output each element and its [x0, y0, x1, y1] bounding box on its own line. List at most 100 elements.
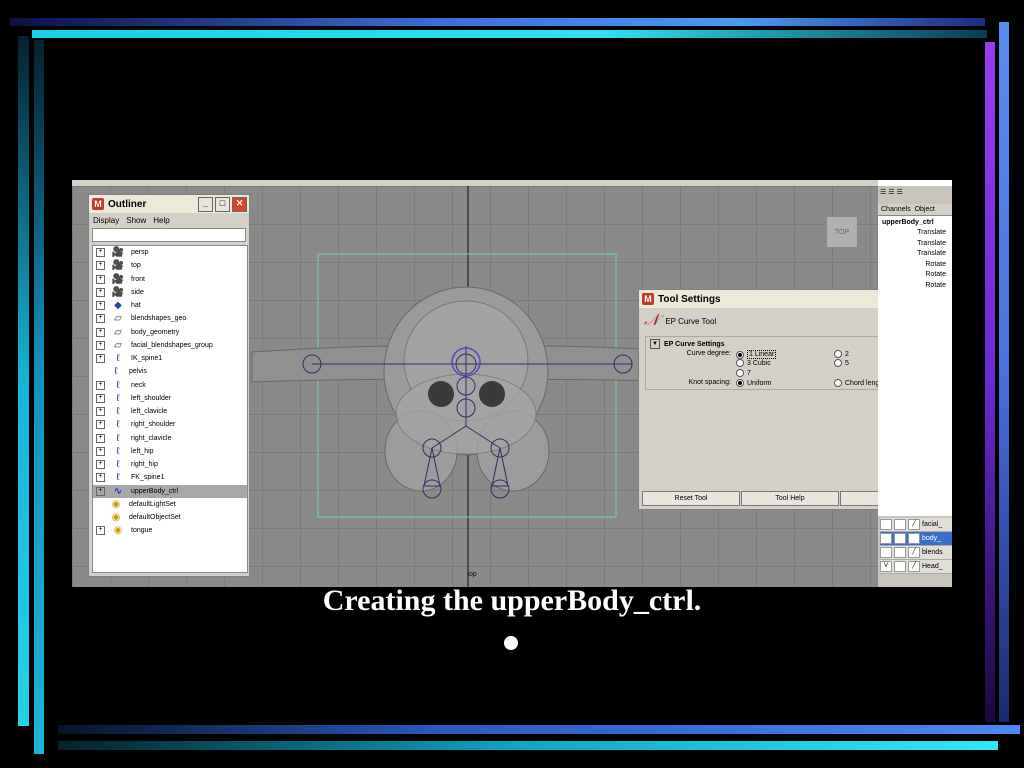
radio-degree-1[interactable]: 1 Linear [736, 350, 777, 359]
reset-tool-button[interactable]: Reset Tool [642, 491, 740, 506]
outliner-item[interactable]: + ℓ FK_spine1 [93, 471, 247, 484]
expand-plus-icon[interactable]: + [96, 473, 105, 483]
outliner-item-label: persp [131, 249, 149, 257]
expand-plus-icon[interactable]: + [96, 314, 105, 324]
layer-color-icon[interactable]: ╱ [908, 533, 920, 544]
outliner-item[interactable]: + ◉ tongue [93, 524, 247, 537]
outliner-item[interactable]: + ℓ right_clavicle [93, 432, 247, 445]
layer-row[interactable]: ╱ facial_ [880, 518, 952, 532]
layer-editor[interactable]: ╱ facial_ V R ╱ body_ ╱ blends V ╱ Head_ [880, 518, 952, 574]
layer-reference-toggle[interactable] [894, 547, 906, 558]
tab-object[interactable]: Object [915, 206, 935, 213]
outliner-item-label: top [131, 262, 141, 270]
decor-bar-bottom [58, 725, 1020, 734]
tab-channels[interactable]: Channels [881, 206, 911, 213]
expand-plus-icon[interactable]: + [96, 274, 105, 284]
outliner-item[interactable]: + ℓ left_shoulder [93, 392, 247, 405]
menu-show[interactable]: Show [126, 216, 146, 225]
outliner-item[interactable]: + ℓ IK_spine1 [93, 352, 247, 365]
channel-attribute[interactable]: Rotate [878, 282, 952, 293]
expand-plus-icon[interactable]: + [96, 261, 105, 271]
outliner-item[interactable]: + ℓ left_hip [93, 445, 247, 458]
radio-knot-uniform[interactable]: Uniform [736, 379, 772, 387]
channel-layout-icon[interactable]: ☰ ☰ ☰ [880, 189, 903, 196]
joint-icon: ℓ [114, 366, 118, 378]
channel-box[interactable]: ☰ ☰ ☰ Channels Object upperBody_ctrl Tra… [878, 186, 952, 587]
outliner-item[interactable]: ℓ pelvis [93, 365, 247, 378]
outliner-item[interactable]: + 🎥 front [93, 273, 247, 286]
radio-selected-icon [736, 379, 744, 387]
outliner-item-label: right_clavicle [131, 434, 172, 442]
channel-attributes: Translate Translate Translate Rotate Rotate R… [878, 229, 952, 292]
expand-plus-icon[interactable]: + [96, 433, 105, 443]
layer-color-icon[interactable]: ╱ [908, 561, 920, 572]
tool-settings-title: Tool Settings [658, 293, 721, 305]
outliner-item[interactable]: + ℓ right_hip [93, 458, 247, 471]
tool-help-button[interactable]: Tool Help [741, 491, 839, 506]
minimize-icon[interactable]: _ [198, 196, 213, 212]
collapse-triangle-icon[interactable]: ▼ [650, 339, 660, 349]
channel-attribute[interactable]: Translate [878, 240, 952, 251]
channel-attribute[interactable]: Translate [878, 229, 952, 240]
close-icon[interactable]: ✕ [232, 196, 247, 212]
channel-attribute[interactable]: Rotate [878, 261, 952, 272]
outliner-item[interactable]: + ▱ blendshapes_geo [93, 312, 247, 325]
outliner-item[interactable]: + 🎥 side [93, 286, 247, 299]
expand-plus-icon[interactable]: + [96, 526, 105, 536]
layer-reference-toggle[interactable]: R [894, 533, 906, 544]
outliner-titlebar[interactable]: M Outliner _ □ ✕ [89, 195, 249, 213]
expand-plus-icon[interactable]: + [96, 354, 105, 364]
radio-degree-5[interactable]: 5 [834, 359, 849, 367]
outliner-item[interactable]: + ∿ upperBody_ctrl [93, 484, 247, 498]
outliner-item[interactable]: + ◆ hat [93, 299, 247, 312]
maximize-icon[interactable]: □ [215, 196, 230, 212]
layer-visibility-toggle[interactable] [880, 519, 892, 530]
outliner-item[interactable]: + ▱ body_geometry [93, 326, 247, 339]
layer-visibility-toggle[interactable] [880, 547, 892, 558]
outliner-window[interactable]: M Outliner _ □ ✕ Display Show Help + 🎥 per… [88, 194, 250, 577]
channel-attribute[interactable]: Rotate [878, 271, 952, 282]
expand-plus-icon[interactable]: + [96, 248, 105, 258]
view-cube[interactable]: TOP [826, 216, 858, 248]
layer-row[interactable]: V R ╱ body_ [880, 532, 952, 546]
outliner-item[interactable]: ◉ defaultLightSet [93, 498, 247, 511]
layer-row[interactable]: V ╱ Head_ [880, 560, 952, 574]
outliner-list[interactable]: + 🎥 persp + 🎥 top + 🎥 front + 🎥 side + ◆ hat + ▱ blendsha… [92, 245, 248, 573]
layer-visibility-toggle[interactable]: V [880, 533, 892, 544]
layer-name: facial_ [922, 521, 943, 528]
menu-help[interactable]: Help [153, 216, 169, 225]
expand-plus-icon[interactable]: + [96, 420, 105, 430]
outliner-item[interactable]: ◉ defaultObjectSet [93, 511, 247, 524]
menu-display[interactable]: Display [93, 216, 119, 225]
layer-color-icon[interactable]: ╱ [908, 519, 920, 530]
outliner-item[interactable]: + 🎥 top [93, 259, 247, 272]
radio-degree-3[interactable]: 3 Cubic [736, 359, 771, 367]
expand-plus-icon[interactable]: + [96, 407, 105, 417]
joint-icon: ℓ [116, 459, 120, 471]
expand-plus-icon[interactable]: + [96, 327, 105, 337]
outliner-item[interactable]: + 🎥 persp [93, 246, 247, 259]
expand-plus-icon[interactable]: + [96, 460, 105, 470]
outliner-item[interactable]: + ℓ neck [93, 379, 247, 392]
outliner-item[interactable]: + ℓ left_clavicle [93, 405, 247, 418]
radio-degree-2[interactable]: 2 [834, 350, 849, 358]
layer-reference-toggle[interactable] [894, 519, 906, 530]
channel-attribute[interactable]: Translate [878, 250, 952, 261]
outliner-filter-input[interactable] [92, 228, 246, 242]
layer-reference-toggle[interactable] [894, 561, 906, 572]
layer-visibility-toggle[interactable]: V [880, 561, 892, 572]
expand-plus-icon[interactable]: + [96, 287, 105, 297]
outliner-item-label: front [131, 275, 146, 283]
expand-plus-icon[interactable]: + [96, 393, 105, 403]
layer-color-icon[interactable]: ╱ [908, 547, 920, 558]
expand-plus-icon[interactable]: + [96, 340, 105, 350]
outliner-item[interactable]: + ▱ facial_blendshapes_group [93, 339, 247, 352]
expand-plus-icon[interactable]: + [96, 486, 105, 496]
layer-row[interactable]: ╱ blends [880, 546, 952, 560]
expand-plus-icon[interactable]: + [96, 301, 105, 311]
radio-icon [834, 350, 842, 358]
expand-plus-icon[interactable]: + [96, 446, 105, 456]
radio-degree-7[interactable]: 7 [736, 369, 751, 377]
expand-plus-icon[interactable]: + [96, 380, 105, 390]
outliner-item[interactable]: + ℓ right_shoulder [93, 418, 247, 431]
